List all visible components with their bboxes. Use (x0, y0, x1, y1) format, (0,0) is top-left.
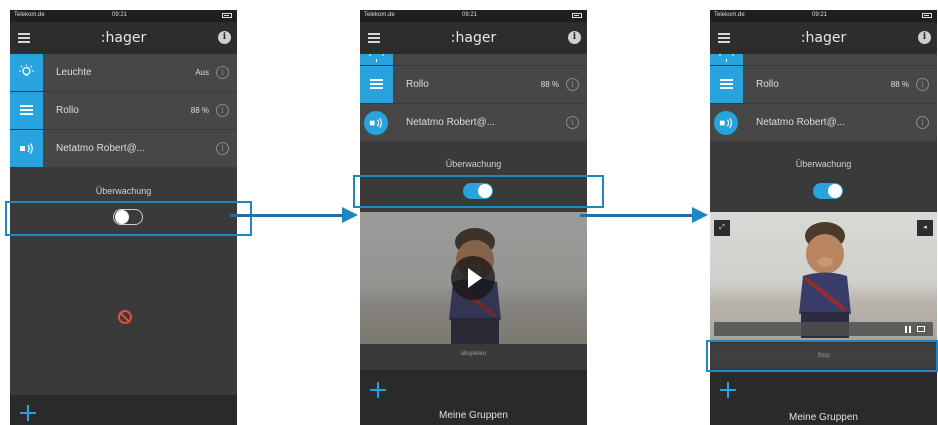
device-list: Leuchte Aus i Rollo 88 % i Netatmo Rober… (10, 54, 237, 168)
groups-label[interactable]: Meine Gruppen (710, 412, 937, 423)
device-value: 88 % (190, 106, 209, 115)
video-player[interactable]: ⤢ ◂ (710, 212, 937, 340)
device-row-camera[interactable]: Netatmo Robert@... i (360, 104, 587, 142)
clock: 09:21 (812, 12, 828, 18)
blind-icon (360, 66, 393, 103)
brand-logo: :hager (800, 30, 847, 46)
status-bar: Telekom.de 09:21 (360, 10, 587, 22)
app-bar: :hager i (360, 22, 587, 54)
device-row-blind[interactable]: Rollo 88 % i (10, 92, 237, 130)
device-name: Rollo (406, 79, 429, 90)
phone-screen-2: Telekom.de 09:21 :hager i Rollo 88 % i N… (360, 10, 587, 425)
battery-icon (922, 13, 932, 18)
device-info-icon[interactable]: i (916, 78, 929, 91)
bottom-bar: Meine Gruppen (710, 370, 937, 425)
battery-icon (222, 13, 232, 18)
blind-icon (10, 92, 43, 129)
device-row-camera[interactable]: Netatmo Robert@... i (710, 104, 937, 142)
device-info-icon[interactable]: i (216, 104, 229, 117)
device-row-blind[interactable]: Rollo 88 % i (360, 66, 587, 104)
device-info-icon[interactable]: i (916, 116, 929, 129)
app-bar: :hager i (10, 22, 237, 54)
arrow-right-icon (230, 207, 358, 223)
camera-sound-icon (364, 111, 388, 135)
clock: 09:21 (462, 12, 478, 18)
device-name: Rollo (756, 79, 779, 90)
device-list: Rollo 88 % i Netatmo Robert@... i (710, 54, 937, 142)
info-icon[interactable]: i (218, 31, 231, 44)
device-info-icon[interactable]: i (216, 66, 229, 79)
info-icon[interactable]: i (568, 31, 581, 44)
device-row-light[interactable]: Leuchte Aus i (10, 54, 237, 92)
device-name: Leuchte (56, 67, 92, 78)
device-name: Rollo (56, 105, 79, 116)
app-bar: :hager i (710, 22, 937, 54)
device-info-icon[interactable]: i (566, 116, 579, 129)
toggle-knob (828, 184, 842, 198)
surveillance-label: Überwachung (95, 186, 152, 196)
device-row-camera[interactable]: Netatmo Robert@... i (10, 130, 237, 168)
plus-icon[interactable] (20, 405, 36, 421)
camera-sound-icon (714, 111, 738, 135)
video-controls (714, 322, 933, 336)
battery-icon (572, 13, 582, 18)
carrier-label: Telekom.de (364, 12, 395, 18)
info-icon[interactable]: i (918, 31, 931, 44)
device-value: Aus (195, 68, 209, 77)
video-caption: abspielen (460, 351, 487, 357)
arrow-right-icon (580, 207, 708, 223)
device-value: 88 % (540, 80, 559, 89)
device-value: 88 % (890, 80, 909, 89)
play-icon[interactable] (451, 256, 495, 300)
carrier-label: Telekom.de (14, 12, 45, 18)
lightbulb-icon (360, 54, 393, 65)
plus-icon[interactable] (720, 382, 736, 398)
surveillance-label: Überwachung (795, 159, 852, 169)
toy-figure-image (799, 222, 851, 338)
device-name: Netatmo Robert@... (756, 117, 846, 128)
status-bar: Telekom.de 09:21 (10, 10, 237, 22)
carrier-label: Telekom.de (714, 12, 745, 18)
blind-icon (710, 66, 743, 103)
prohibited-icon (118, 310, 132, 324)
highlight-box-stop (706, 340, 938, 372)
highlight-box-toggle-off (5, 201, 252, 236)
device-row-light[interactable] (360, 54, 587, 66)
bottom-bar (10, 395, 237, 425)
lightbulb-icon (10, 54, 43, 91)
brand-logo: :hager (450, 30, 497, 46)
screen-icon[interactable] (917, 326, 925, 332)
device-info-icon[interactable]: i (216, 142, 229, 155)
camera-sound-icon (10, 130, 43, 167)
device-row-light[interactable] (710, 54, 937, 66)
device-info-icon[interactable]: i (566, 78, 579, 91)
surveillance-label: Überwachung (445, 159, 502, 169)
plus-icon[interactable] (370, 382, 386, 398)
device-name: Netatmo Robert@... (56, 143, 146, 154)
sound-icon[interactable]: ◂ (917, 220, 933, 236)
device-name: Netatmo Robert@... (406, 117, 496, 128)
video-preview[interactable] (360, 212, 587, 344)
device-list: Rollo 88 % i Netatmo Robert@... i (360, 54, 587, 142)
bottom-bar: Meine Gruppen (360, 370, 587, 425)
surveillance-toggle[interactable] (813, 183, 843, 199)
lightbulb-icon (710, 54, 743, 65)
status-bar: Telekom.de 09:21 (710, 10, 937, 22)
groups-label[interactable]: Meine Gruppen (360, 410, 587, 421)
highlight-box-toggle-on (353, 175, 604, 208)
brand-logo: :hager (100, 30, 147, 46)
device-row-blind[interactable]: Rollo 88 % i (710, 66, 937, 104)
fullscreen-icon[interactable]: ⤢ (714, 220, 730, 236)
pause-icon[interactable] (905, 326, 911, 333)
clock: 09:21 (112, 12, 128, 18)
